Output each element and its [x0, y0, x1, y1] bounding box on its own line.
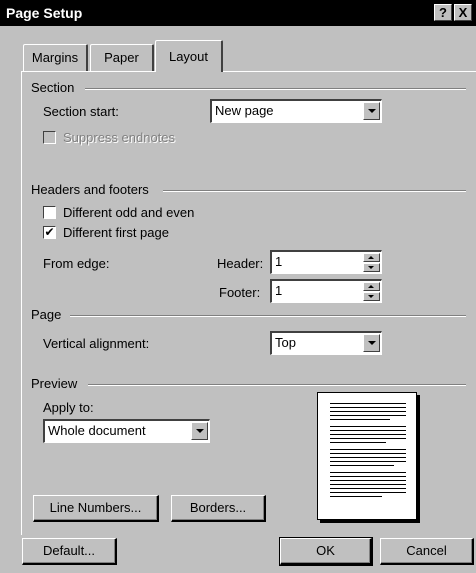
tab-paper[interactable]: Paper	[90, 44, 154, 71]
tab-margins[interactable]: Margins	[23, 44, 88, 71]
chevron-down-icon[interactable]	[363, 102, 380, 120]
vertical-alignment-label: Vertical alignment:	[43, 336, 150, 351]
page-setup-dialog: Page Setup ? X Margins Paper Layout Sect…	[0, 0, 476, 573]
section-start-label: Section start:	[43, 104, 119, 119]
checkmark-icon: ✔	[44, 225, 55, 239]
apply-to-select[interactable]: Whole document	[43, 419, 210, 443]
spin-up-icon[interactable]	[363, 253, 380, 262]
apply-to-value: Whole document	[48, 423, 146, 438]
section-start-value: New page	[215, 103, 274, 118]
different-first-page-label: Different first page	[63, 225, 169, 240]
headers-footers-divider	[163, 190, 466, 192]
footer-distance-input[interactable]: 1	[270, 279, 382, 303]
different-odd-even-label: Different odd and even	[63, 205, 195, 220]
different-odd-even-checkbox[interactable]	[43, 206, 56, 219]
dialog-title: Page Setup	[6, 5, 83, 21]
tab-layout[interactable]: Layout	[155, 40, 223, 72]
footer-spinner[interactable]	[363, 282, 380, 301]
from-edge-label: From edge:	[43, 256, 110, 271]
page-divider	[70, 315, 466, 317]
line-numbers-button[interactable]: Line Numbers...	[33, 495, 159, 522]
headers-footers-heading: Headers and footers	[31, 182, 149, 197]
title-bar: Page Setup ? X	[0, 0, 476, 26]
section-divider	[85, 88, 466, 90]
chevron-down-icon[interactable]	[191, 422, 208, 440]
suppress-endnotes-checkbox[interactable]	[43, 131, 56, 144]
close-button[interactable]: X	[454, 4, 472, 21]
footer-distance-value: 1	[275, 283, 283, 298]
help-button[interactable]: ?	[434, 4, 452, 21]
ok-button[interactable]: OK	[279, 537, 373, 566]
chevron-down-icon[interactable]	[363, 334, 380, 352]
spin-down-icon[interactable]	[363, 263, 380, 272]
apply-to-label: Apply to:	[43, 400, 94, 415]
spin-down-icon[interactable]	[363, 292, 380, 301]
preview-divider	[88, 384, 466, 386]
footer-label: Footer:	[219, 285, 261, 300]
header-distance-input[interactable]: 1	[270, 250, 382, 274]
different-first-page-checkbox[interactable]: ✔	[43, 226, 56, 239]
section-heading: Section	[31, 80, 75, 95]
default-button[interactable]: Default...	[22, 538, 117, 565]
suppress-endnotes-label: Suppress endnotes	[63, 130, 176, 145]
spin-up-icon[interactable]	[363, 282, 380, 291]
page-heading: Page	[31, 307, 62, 322]
borders-button[interactable]: Borders...	[171, 495, 266, 522]
header-spinner[interactable]	[363, 253, 380, 272]
cancel-button[interactable]: Cancel	[380, 538, 474, 565]
header-label: Header:	[217, 256, 264, 271]
page-preview	[317, 392, 417, 520]
preview-heading: Preview	[31, 376, 78, 391]
header-distance-value: 1	[275, 254, 283, 269]
vertical-alignment-value: Top	[275, 335, 296, 350]
vertical-alignment-select[interactable]: Top	[270, 331, 382, 355]
section-start-select[interactable]: New page	[210, 99, 382, 123]
